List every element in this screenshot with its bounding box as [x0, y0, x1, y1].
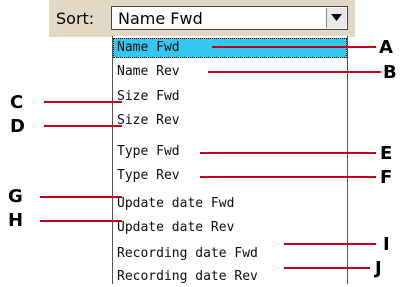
- chevron-down-icon: [331, 14, 342, 21]
- option-recording-date-rev[interactable]: Recording date Rev: [113, 267, 347, 287]
- callout-letter-e: E: [380, 143, 393, 164]
- option-update-date-rev[interactable]: Update date Rev: [113, 218, 347, 238]
- dropdown-button[interactable]: [326, 8, 346, 28]
- callout-letter-d: D: [10, 116, 25, 137]
- callout-letter-i: I: [383, 234, 390, 255]
- option-recording-date-fwd[interactable]: Recording date Fwd: [113, 244, 347, 264]
- callout-line-f: [200, 176, 376, 178]
- callout-letter-h: H: [8, 210, 24, 231]
- callout-letter-a: A: [379, 37, 393, 58]
- sort-dropdown[interactable]: Name Fwd: [111, 6, 348, 30]
- callout-line-d: [44, 125, 122, 127]
- callout-line-c: [44, 101, 122, 103]
- callout-line-j: [284, 267, 370, 269]
- sort-label: Sort:: [56, 9, 95, 28]
- sort-selected-value: Name Fwd: [118, 9, 203, 28]
- callout-line-a: [212, 46, 376, 48]
- callout-line-i: [284, 243, 376, 245]
- callout-line-h: [40, 220, 122, 222]
- option-update-date-fwd[interactable]: Update date Fwd: [113, 194, 347, 214]
- option-size-fwd[interactable]: Size Fwd: [113, 87, 347, 107]
- callout-letter-j: J: [375, 258, 382, 279]
- callout-letter-c: C: [10, 92, 24, 113]
- option-name-fwd[interactable]: Name Fwd: [113, 38, 347, 58]
- callout-line-g: [40, 196, 122, 198]
- callout-letter-f: F: [380, 167, 393, 188]
- callout-letter-b: B: [383, 62, 397, 83]
- callout-letter-g: G: [8, 186, 23, 207]
- option-size-rev[interactable]: Size Rev: [113, 111, 347, 131]
- callout-line-e: [200, 152, 376, 154]
- callout-line-b: [208, 71, 381, 73]
- sort-options-list: Name Fwd Name Rev Size Fwd Size Rev Type…: [112, 36, 348, 284]
